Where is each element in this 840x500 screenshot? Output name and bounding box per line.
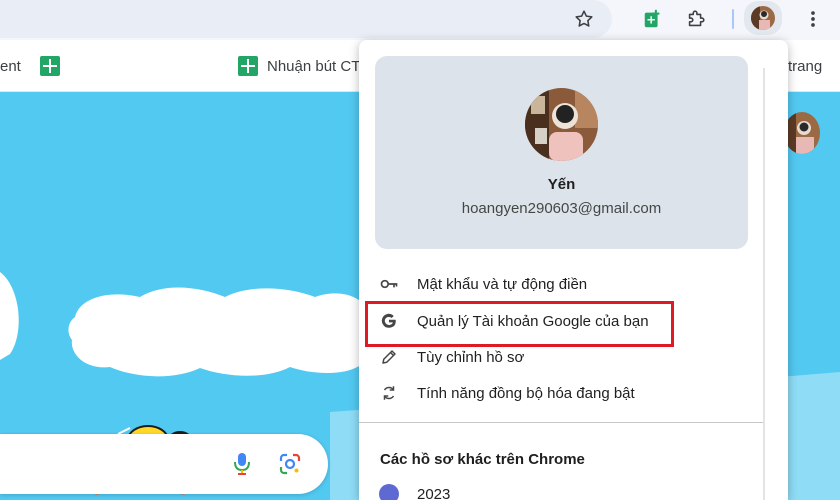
puzzle-icon[interactable] (681, 4, 711, 34)
other-profile-item[interactable]: 2023 (359, 484, 763, 500)
other-profiles-heading: Các hồ sơ khác trên Chrome (380, 451, 585, 468)
bookmark-item[interactable]: ent (0, 54, 21, 78)
google-lens-icon[interactable] (278, 452, 302, 481)
bookmark-label: trang (788, 57, 823, 75)
other-profile-label: 2023 (417, 485, 451, 500)
google-sheets-icon (238, 56, 258, 76)
profile-avatar-button[interactable] (744, 1, 782, 35)
menu-item-label: Tính năng đồng bộ hóa đang bật (417, 384, 635, 402)
google-sheets-icon (40, 56, 60, 76)
more-vert-icon[interactable] (798, 4, 828, 34)
toolbar-separator (732, 9, 734, 29)
bookmark-item[interactable]: Nhuận bút CT (238, 54, 360, 78)
profile-card: Yến hoangyen290603@gmail.com (375, 56, 748, 249)
address-bar[interactable] (0, 0, 612, 38)
sheets-extension-icon[interactable] (638, 4, 668, 34)
menu-item-passwords[interactable]: Mật khẩu và tự động điền (359, 266, 763, 302)
menu-item-customize-profile[interactable]: Tùy chỉnh hồ sơ (359, 339, 763, 375)
search-box[interactable] (0, 434, 328, 494)
page-avatar[interactable] (784, 112, 820, 154)
menu-item-label: Tùy chỉnh hồ sơ (417, 348, 525, 366)
bookmark-label: Nhuận bút CT (267, 57, 361, 75)
star-icon[interactable] (569, 4, 599, 34)
menu-item-label: Mật khẩu và tự động điền (417, 275, 588, 293)
microphone-icon[interactable] (232, 452, 252, 481)
sync-icon (379, 383, 399, 403)
key-icon (379, 274, 399, 294)
profile-name: Yến (547, 176, 576, 193)
profile-email: hoangyen290603@gmail.com (461, 200, 662, 217)
bookmark-item[interactable]: trang (788, 54, 822, 78)
menu-item-sync[interactable]: Tính năng đồng bộ hóa đang bật (359, 375, 763, 411)
avatar (525, 88, 598, 161)
menu-divider (359, 422, 763, 423)
bookmark-item[interactable] (40, 54, 69, 78)
profile-menu-popup: Yến hoangyen290603@gmail.com Mật khẩu và… (359, 40, 788, 500)
browser-toolbar (0, 0, 840, 40)
bookmark-label: ent (0, 57, 21, 75)
avatar (379, 484, 399, 500)
scrollbar-track[interactable] (763, 68, 765, 500)
avatar (751, 6, 775, 30)
pencil-icon (379, 347, 399, 367)
